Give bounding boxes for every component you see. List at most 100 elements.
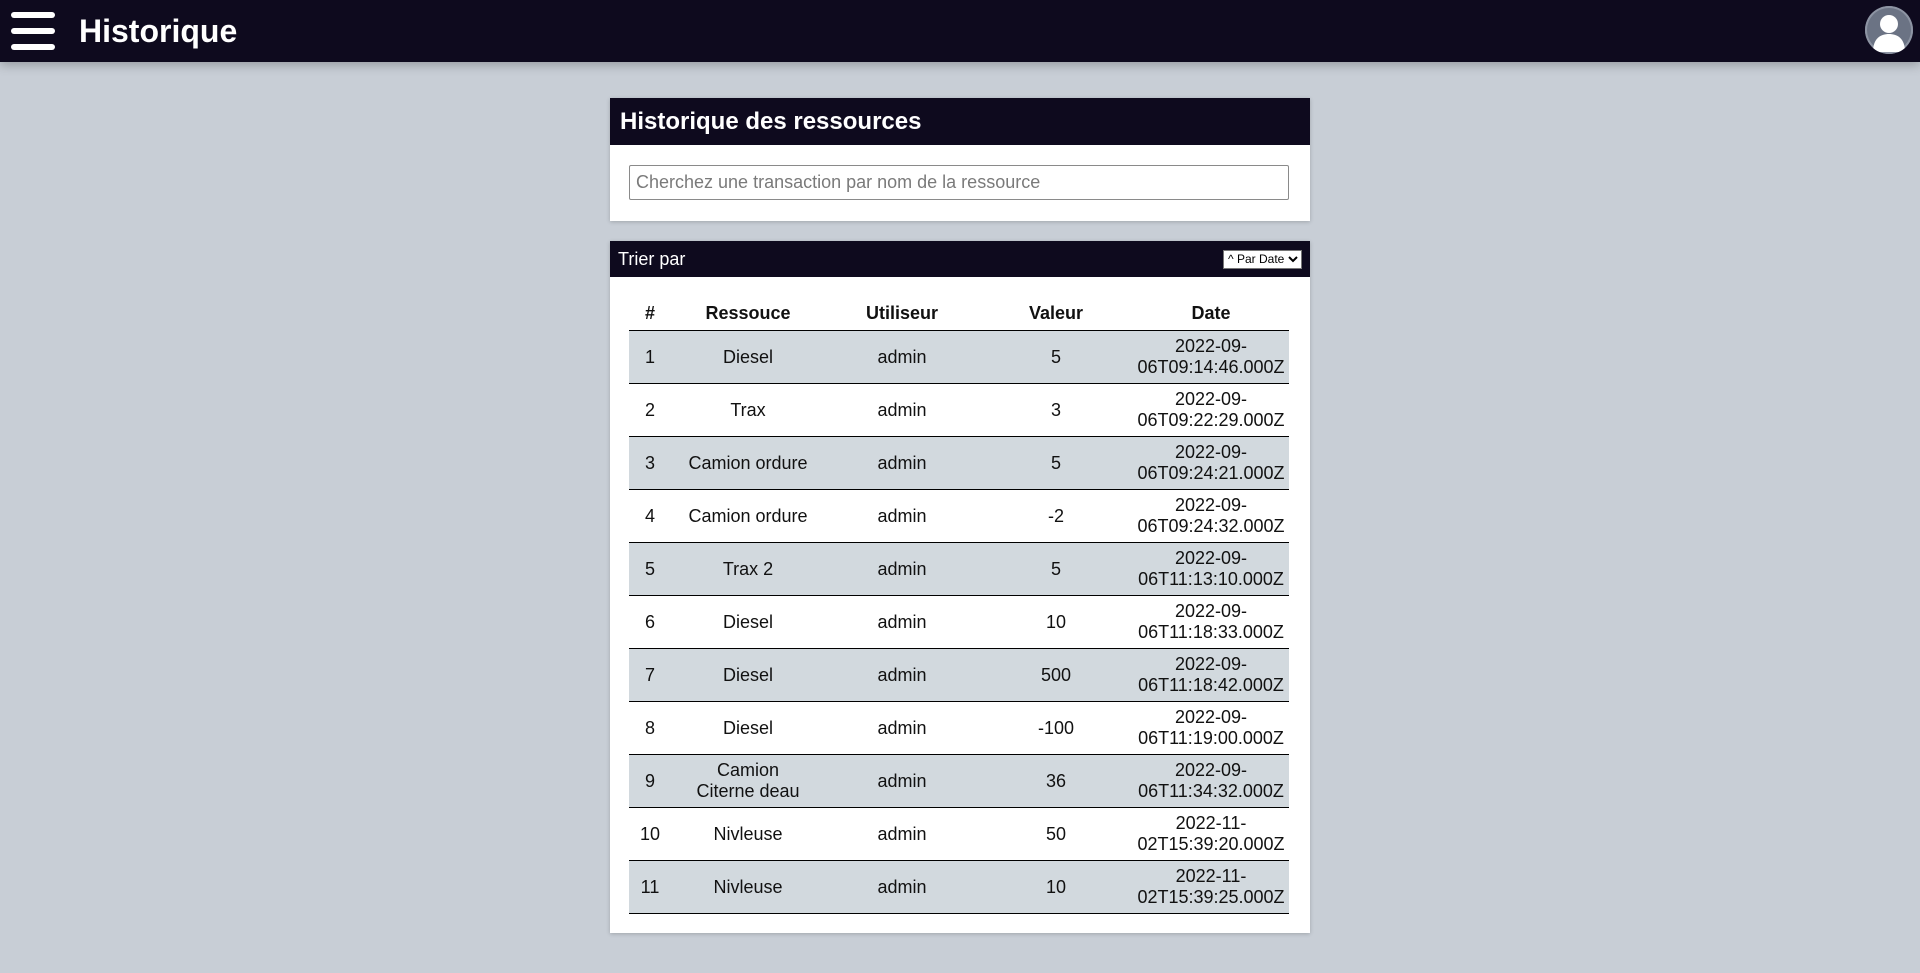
cell-date-part: 06T09:22:29.000Z bbox=[1137, 410, 1285, 430]
cell-date-part: 06T11:19:00.000Z bbox=[1138, 728, 1284, 748]
cell-user: admin bbox=[825, 701, 979, 755]
cell-date-part: 2022-09- bbox=[1174, 442, 1248, 462]
sort-label: Trier par bbox=[618, 248, 686, 269]
history-table: # Ressouce Utiliseur Valeur Date 1 Diese… bbox=[629, 296, 1289, 914]
cell-number: 6 bbox=[629, 595, 671, 649]
cell-resource: Camion ordure bbox=[671, 436, 825, 490]
table-header-row: # Ressouce Utiliseur Valeur Date bbox=[629, 296, 1289, 331]
cell-date: 2022-09- 06T11:18:33.000Z bbox=[1133, 595, 1289, 649]
cell-date-part: 2022-09- bbox=[1174, 389, 1248, 409]
cell-date-part: 2022-09- bbox=[1174, 707, 1248, 727]
table-row: 11 Nivleuse admin 10 2022-11- 02T15:39:25… bbox=[629, 860, 1289, 914]
cell-date: 2022-09- 06T11:34:32.000Z bbox=[1133, 754, 1289, 808]
cell-date: 2022-09- 06T11:18:42.000Z bbox=[1133, 648, 1289, 702]
cell-date-part: 06T11:13:10.000Z bbox=[1138, 569, 1284, 589]
table-row: 10 Nivleuse admin 50 2022-11- 02T15:39:20… bbox=[629, 807, 1289, 861]
column-header-user: Utiliseur bbox=[825, 296, 979, 331]
cell-date-part: 06T11:34:32.000Z bbox=[1138, 781, 1284, 801]
search-panel: Historique des ressources bbox=[610, 98, 1310, 221]
cell-date-part: 06T09:24:32.000Z bbox=[1137, 516, 1285, 536]
cell-date-part: 2022-09- bbox=[1174, 548, 1248, 568]
cell-number: 4 bbox=[629, 489, 671, 543]
cell-user: admin bbox=[825, 648, 979, 702]
cell-date-part: 2022-09- bbox=[1174, 495, 1248, 515]
table-row: 5 Trax 2 admin 5 2022-09- 06T11:13:10.000… bbox=[629, 542, 1289, 596]
cell-number: 2 bbox=[629, 383, 671, 437]
cell-resource: Diesel bbox=[671, 648, 825, 702]
cell-number: 11 bbox=[629, 860, 671, 914]
table-row: 4 Camion ordure admin -2 2022-09- 06T09:2… bbox=[629, 489, 1289, 543]
cell-value: 5 bbox=[979, 436, 1133, 490]
cell-value: 10 bbox=[979, 595, 1133, 649]
cell-resource: Trax bbox=[671, 383, 825, 437]
search-panel-title: Historique des ressources bbox=[610, 98, 1310, 145]
cell-value: 5 bbox=[979, 330, 1133, 384]
cell-date-part: 2022-09- bbox=[1174, 601, 1248, 621]
cell-value: 3 bbox=[979, 383, 1133, 437]
table-row: 1 Diesel admin 5 2022-09- 06T09:14:46.000… bbox=[629, 330, 1289, 384]
sort-select[interactable]: ^ Par Date bbox=[1223, 249, 1302, 269]
cell-date-part: 06T09:24:21.000Z bbox=[1137, 463, 1285, 483]
cell-date-part: 06T11:18:42.000Z bbox=[1138, 675, 1284, 695]
cell-date: 2022-09- 06T11:13:10.000Z bbox=[1133, 542, 1289, 596]
cell-user: admin bbox=[825, 595, 979, 649]
cell-date-part: 2022-11- bbox=[1175, 866, 1247, 886]
cell-date: 2022-09- 06T09:24:21.000Z bbox=[1133, 436, 1289, 490]
cell-value: -100 bbox=[979, 701, 1133, 755]
cell-date-part: 2022-09- bbox=[1174, 654, 1248, 674]
cell-date-part: 06T09:14:46.000Z bbox=[1137, 357, 1285, 377]
cell-user: admin bbox=[825, 860, 979, 914]
cell-number: 8 bbox=[629, 701, 671, 755]
cell-date-part: 02T15:39:20.000Z bbox=[1137, 834, 1285, 854]
cell-number: 5 bbox=[629, 542, 671, 596]
top-app-bar: Historique bbox=[0, 0, 1920, 62]
hamburger-menu-icon[interactable] bbox=[11, 12, 55, 50]
cell-date: 2022-09- 06T09:24:32.000Z bbox=[1133, 489, 1289, 543]
cell-number: 7 bbox=[629, 648, 671, 702]
cell-number: 10 bbox=[629, 807, 671, 861]
cell-value: 10 bbox=[979, 860, 1133, 914]
cell-user: admin bbox=[825, 383, 979, 437]
cell-value: 36 bbox=[979, 754, 1133, 808]
cell-date: 2022-09- 06T11:19:00.000Z bbox=[1133, 701, 1289, 755]
table-row: 6 Diesel admin 10 2022-09- 06T11:18:33.00… bbox=[629, 595, 1289, 649]
cell-user: admin bbox=[825, 489, 979, 543]
column-header-resource: Ressouce bbox=[671, 296, 825, 331]
cell-resource: Trax 2 bbox=[671, 542, 825, 596]
cell-date: 2022-11- 02T15:39:25.000Z bbox=[1133, 860, 1289, 914]
table-row: 9 Camion Citerne deau admin 36 2022-09- 0… bbox=[629, 754, 1289, 808]
cell-resource: Diesel bbox=[671, 595, 825, 649]
cell-number: 3 bbox=[629, 436, 671, 490]
cell-date: 2022-11- 02T15:39:20.000Z bbox=[1133, 807, 1289, 861]
user-avatar-icon[interactable] bbox=[1865, 6, 1913, 54]
cell-value: 500 bbox=[979, 648, 1133, 702]
cell-user: admin bbox=[825, 330, 979, 384]
cell-date: 2022-09- 06T09:22:29.000Z bbox=[1133, 383, 1289, 437]
cell-number: 9 bbox=[629, 754, 671, 808]
cell-resource: Camion Citerne deau bbox=[671, 754, 825, 808]
cell-value: 5 bbox=[979, 542, 1133, 596]
cell-number: 1 bbox=[629, 330, 671, 384]
table-row: 2 Trax admin 3 2022-09- 06T09:22:29.000Z bbox=[629, 383, 1289, 437]
sort-bar: Trier par ^ Par Date bbox=[610, 241, 1310, 277]
cell-user: admin bbox=[825, 436, 979, 490]
cell-date-part: 02T15:39:25.000Z bbox=[1137, 887, 1285, 907]
page-title: Historique bbox=[79, 12, 238, 49]
cell-user: admin bbox=[825, 807, 979, 861]
cell-value: 50 bbox=[979, 807, 1133, 861]
table-row: 8 Diesel admin -100 2022-09- 06T11:19:00.… bbox=[629, 701, 1289, 755]
cell-date-part: 06T11:18:33.000Z bbox=[1138, 622, 1284, 642]
cell-date: 2022-09- 06T09:14:46.000Z bbox=[1133, 330, 1289, 384]
table-row: 7 Diesel admin 500 2022-09- 06T11:18:42.0… bbox=[629, 648, 1289, 702]
column-header-value: Valeur bbox=[979, 296, 1133, 331]
cell-date-part: 2022-11- bbox=[1175, 813, 1247, 833]
column-header-date: Date bbox=[1133, 296, 1289, 331]
cell-user: admin bbox=[825, 754, 979, 808]
history-table-panel: Trier par ^ Par Date # Ressouce Utiliseu… bbox=[610, 241, 1310, 933]
cell-user: admin bbox=[825, 542, 979, 596]
table-row: 3 Camion ordure admin 5 2022-09- 06T09:24… bbox=[629, 436, 1289, 490]
cell-date-part: 2022-09- bbox=[1174, 760, 1248, 780]
search-input[interactable] bbox=[629, 165, 1289, 200]
column-header-number: # bbox=[629, 296, 671, 331]
cell-resource: Nivleuse bbox=[671, 860, 825, 914]
